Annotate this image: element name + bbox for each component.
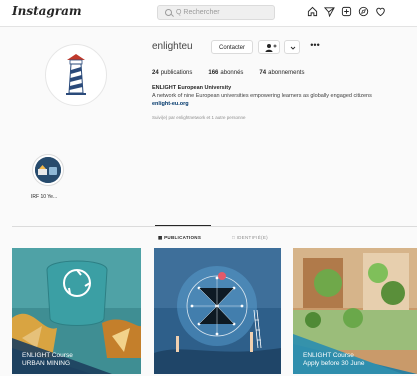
- profile-username: enlighteu: [152, 41, 193, 52]
- posts-count-stat: 24 publications: [152, 70, 193, 76]
- tab-publications[interactable]: ▦ PUBLICATIONS: [158, 235, 201, 241]
- home-icon[interactable]: [307, 6, 318, 17]
- suggestions-button[interactable]: [284, 40, 300, 54]
- profile-bio: A network of nine European universities …: [152, 93, 372, 99]
- new-post-icon[interactable]: [341, 6, 352, 17]
- post-caption-1: ENLIGHT Course URBAN MINING: [22, 352, 73, 367]
- more-options-button[interactable]: •••: [308, 40, 322, 54]
- highlight-label: IRF 10 Ye...: [31, 194, 58, 200]
- search-placeholder: Q Rechercher: [176, 9, 220, 16]
- active-tab-indicator: [155, 225, 211, 226]
- followers-count-stat[interactable]: 166 abonnés: [208, 70, 243, 76]
- post-thumbnail-2[interactable]: [154, 248, 281, 374]
- profile-stats: 24 publications 166 abonnés 74 abonnements: [152, 70, 304, 76]
- post-thumbnail-3[interactable]: ENLIGHT Course Apply before 30 June: [293, 248, 417, 374]
- tabs-divider: [12, 226, 417, 227]
- network-globe-image: [154, 248, 281, 374]
- followed-by-text[interactable]: Suivi(e) par enlightnetwork et 1 autre p…: [152, 115, 246, 120]
- contact-button[interactable]: Contacter: [211, 40, 253, 54]
- highlight-cover-image: [35, 157, 61, 183]
- search-icon: [165, 9, 172, 16]
- profile-avatar[interactable]: [45, 44, 107, 106]
- nav-icons: [307, 6, 386, 20]
- add-user-icon: [265, 44, 277, 52]
- explore-icon[interactable]: [358, 6, 369, 17]
- profile-website-link[interactable]: enlight-eu.org: [152, 101, 189, 107]
- tab-tagged[interactable]: □ IDENTIFIÉ(E): [232, 235, 268, 240]
- lighthouse-logo-icon: [66, 54, 86, 95]
- post-caption-3: ENLIGHT Course Apply before 30 June: [303, 352, 365, 367]
- story-highlight[interactable]: [32, 154, 64, 186]
- heart-icon[interactable]: [375, 6, 386, 17]
- search-input[interactable]: Q Rechercher: [157, 5, 275, 20]
- chevron-down-icon: [290, 46, 296, 50]
- direct-message-icon[interactable]: [324, 6, 335, 17]
- top-navigation-bar: Instagram Q Rechercher: [0, 0, 417, 27]
- post-thumbnail-1[interactable]: ENLIGHT Course URBAN MINING: [12, 248, 141, 374]
- follow-button[interactable]: [258, 40, 280, 54]
- profile-full-name: ENLIGHT European University: [152, 85, 232, 91]
- instagram-logo[interactable]: Instagram: [12, 4, 82, 18]
- following-count-stat[interactable]: 74 abonnements: [259, 70, 304, 76]
